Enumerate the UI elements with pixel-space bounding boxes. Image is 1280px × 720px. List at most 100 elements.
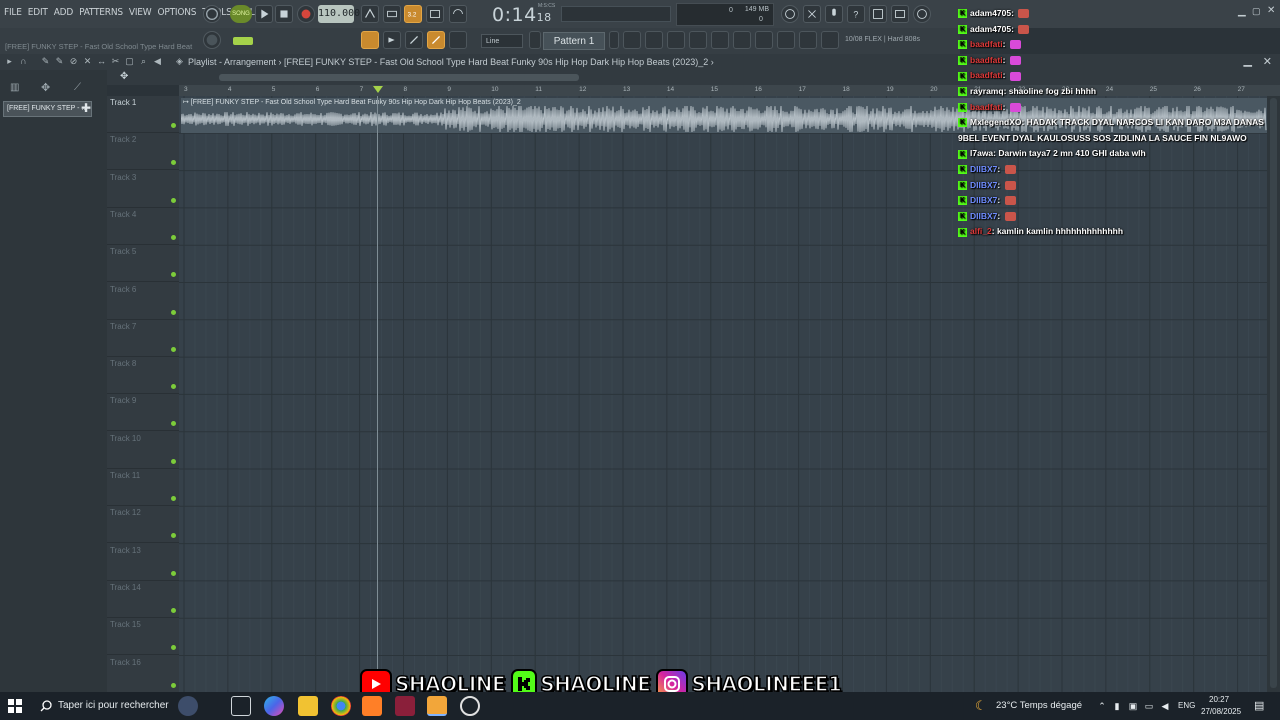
track-header[interactable]: Track 13 [107, 544, 179, 581]
weather-widget[interactable]: 23°C Temps dégagé [996, 700, 1082, 711]
track-header[interactable]: Track 9 [107, 394, 179, 432]
track-enable-led[interactable] [171, 533, 176, 539]
track-enable-led[interactable] [171, 384, 176, 390]
tray-volume-icon[interactable]: ◀ [1160, 701, 1170, 711]
window-close-icon[interactable]: ✕ [1267, 5, 1275, 16]
clock-time[interactable]: 20:27 [1209, 695, 1229, 704]
track-header[interactable]: Track 6 [107, 283, 179, 320]
track-enable-led[interactable] [171, 570, 176, 576]
link-icon[interactable] [427, 31, 445, 49]
obs-icon[interactable] [460, 696, 480, 716]
track-header[interactable]: Track 15 [107, 618, 179, 656]
draw-tool-icon[interactable]: ✎ [40, 56, 51, 67]
chat-username[interactable]: baadfati [970, 102, 1003, 112]
pattern-song-toggle[interactable]: SONG [230, 5, 252, 23]
track-enable-led[interactable] [171, 346, 176, 352]
arrow-icon[interactable] [383, 31, 401, 49]
track-header[interactable]: Track 3 [107, 171, 179, 208]
zoom-move-icon[interactable]: ✥ [120, 71, 128, 82]
tray-network-icon[interactable]: ▭ [1144, 701, 1154, 711]
menu-options[interactable]: OPTIONS [157, 7, 196, 18]
vlc-icon[interactable] [362, 696, 382, 716]
delete-tool-icon[interactable]: ⊘ [68, 56, 79, 67]
pencil-icon[interactable] [405, 31, 423, 49]
slip-tool-icon[interactable]: ↔ [96, 56, 107, 67]
chat-username[interactable]: rayramq [970, 86, 1004, 96]
tray-microphone-icon[interactable]: ▮ [1112, 701, 1122, 711]
chat-username[interactable]: adam4705 [970, 24, 1011, 34]
tempo-display[interactable]: 110.000 [318, 5, 360, 23]
menu-patterns[interactable]: PATTERNS [79, 7, 123, 18]
track-enable-led[interactable] [171, 309, 176, 315]
fl-studio-icon[interactable] [427, 696, 447, 716]
chat-username[interactable]: DIIBX7 [970, 195, 997, 205]
midi-icon[interactable] [891, 5, 909, 23]
track-header[interactable]: Track 8 [107, 357, 179, 395]
microphone-icon[interactable] [825, 5, 843, 23]
channel-settings-icon[interactable] [711, 31, 729, 49]
vertical-scrollbar-thumb[interactable] [1270, 98, 1277, 688]
metronome-stamp-icon[interactable] [449, 31, 467, 49]
arrangement-icon[interactable]: ◈ [174, 56, 185, 67]
stop-button[interactable] [275, 5, 293, 23]
track-header[interactable]: Track 14 [107, 581, 179, 618]
tray-language[interactable]: ENG [1178, 701, 1195, 710]
track-enable-led[interactable] [171, 496, 176, 501]
menu-add[interactable]: ADD [54, 7, 74, 18]
picker-automation-icon[interactable]: ⟋ [74, 82, 81, 93]
chat-username[interactable]: adam4705 [970, 8, 1011, 18]
vertical-scrollbar[interactable] [1267, 96, 1280, 692]
file-explorer-icon[interactable] [298, 696, 318, 716]
tempo-knob-icon[interactable] [203, 5, 221, 23]
track-enable-led[interactable] [171, 160, 176, 166]
plugin-icon[interactable] [755, 31, 773, 49]
channel-rack-icon[interactable] [645, 31, 663, 49]
playlist-menu-icon[interactable]: ▸ [4, 56, 15, 67]
menu-view[interactable]: VIEW [129, 7, 152, 18]
news-icon[interactable] [913, 5, 931, 23]
track-enable-led[interactable] [171, 645, 176, 651]
touch-icon[interactable] [777, 31, 795, 49]
piano-roll-icon[interactable] [361, 31, 379, 49]
chat-username[interactable]: MxlegendXO [970, 117, 1021, 127]
chat-username[interactable]: l7awa [970, 148, 993, 158]
picker-add-icon[interactable]: ✚ [79, 101, 93, 117]
record-button[interactable] [297, 5, 315, 23]
clock-date[interactable]: 27/08/2025 [1201, 707, 1241, 716]
tray-camera-icon[interactable]: ▣ [1128, 701, 1138, 711]
picker-pattern-icon[interactable]: ▥ [10, 82, 19, 93]
master-volume-knob-icon[interactable] [203, 31, 221, 49]
play-button[interactable] [255, 5, 273, 23]
tray-chevron-icon[interactable]: ⌃ [1097, 701, 1107, 711]
track-header[interactable]: Track 16 [107, 656, 179, 693]
loop-record-icon[interactable] [449, 5, 467, 23]
piano-roll-view-icon[interactable] [667, 31, 685, 49]
mixer-icon[interactable] [689, 31, 707, 49]
app-icon[interactable] [395, 696, 415, 716]
download-icon[interactable] [821, 31, 839, 49]
track-enable-led[interactable] [171, 234, 176, 240]
playhead-marker-icon[interactable] [373, 86, 383, 93]
chat-username[interactable]: DIIBX7 [970, 211, 997, 221]
chrome-icon[interactable] [331, 696, 351, 716]
task-view-icon[interactable] [231, 696, 251, 716]
countdown-icon[interactable]: 3.2 [404, 5, 422, 23]
zoom-tool-icon[interactable]: ⌕ [138, 56, 149, 67]
track-header[interactable]: Track 12 [107, 506, 179, 544]
playback-tool-icon[interactable]: ◀ [152, 56, 163, 67]
reset-icon[interactable] [781, 5, 799, 23]
copilot-icon[interactable] [264, 696, 284, 716]
track-enable-led[interactable] [171, 607, 176, 613]
track-enable-led[interactable] [171, 682, 176, 688]
menu-file[interactable]: FILE [4, 7, 22, 18]
master-pitch-slider[interactable] [233, 37, 253, 45]
save-icon[interactable] [869, 5, 887, 23]
track-header[interactable]: Track 1 [107, 96, 179, 133]
widget-icon[interactable] [178, 696, 198, 716]
track-enable-led[interactable] [171, 123, 176, 128]
playlist-icon[interactable] [623, 31, 641, 49]
select-tool-icon[interactable]: ▢ [124, 56, 135, 67]
track-header[interactable]: Track 4 [107, 208, 179, 245]
windows-start-icon[interactable] [8, 699, 22, 713]
picker-audio-icon[interactable]: ✥ [41, 81, 50, 94]
